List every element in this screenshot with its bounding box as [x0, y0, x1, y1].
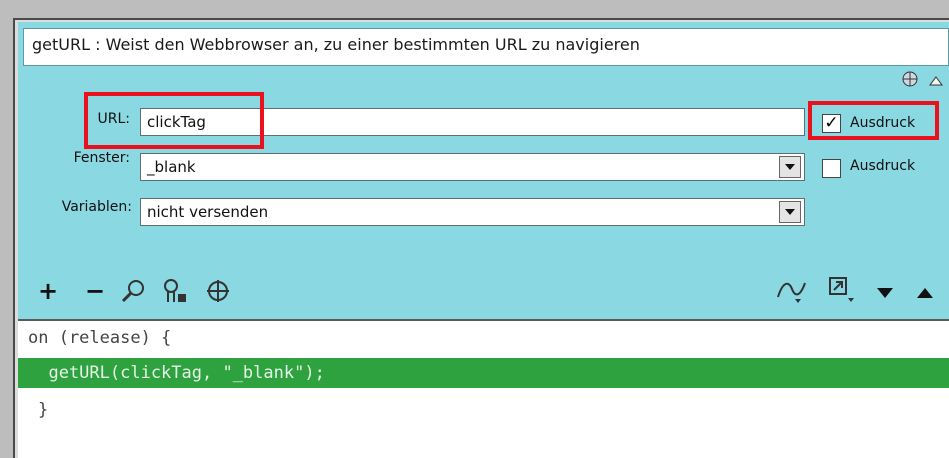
move-down-icon[interactable]: [876, 284, 894, 303]
find-icon[interactable]: [118, 276, 148, 310]
window-expression-label: Ausdruck: [850, 158, 916, 174]
globe-icon[interactable]: [901, 70, 919, 92]
add-icon[interactable]: +: [38, 279, 58, 303]
code-line-3[interactable]: }: [18, 395, 949, 425]
window-label: Fenster:: [73, 150, 130, 166]
window-combobox[interactable]: _blank: [140, 153, 805, 181]
move-up-icon[interactable]: [916, 284, 934, 303]
url-annotation-highlight: [84, 92, 264, 149]
script-editor[interactable]: on (release) { getURL(clickTag, "_blank"…: [18, 319, 949, 458]
insert-target-icon[interactable]: [822, 274, 858, 308]
variables-dropdown-button[interactable]: [779, 201, 801, 223]
collapse-up-icon[interactable]: [929, 72, 943, 91]
action-description: getURL : Weist den Webbrowser an, zu ein…: [23, 28, 949, 66]
target-icon[interactable]: [204, 277, 232, 309]
expression-annotation-highlight: [808, 101, 939, 140]
window-expression-checkbox[interactable]: [822, 159, 841, 178]
code-line-2[interactable]: getURL(clickTag, "_blank");: [18, 358, 949, 388]
code-line-1[interactable]: on (release) {: [18, 323, 949, 353]
remove-icon[interactable]: −: [85, 279, 105, 303]
variables-label: Variablen:: [61, 199, 132, 215]
window-dropdown-button[interactable]: [779, 156, 801, 178]
script-assist-icon[interactable]: [775, 277, 809, 307]
replace-icon[interactable]: [160, 276, 190, 310]
variables-combobox[interactable]: nicht versenden: [140, 198, 805, 226]
